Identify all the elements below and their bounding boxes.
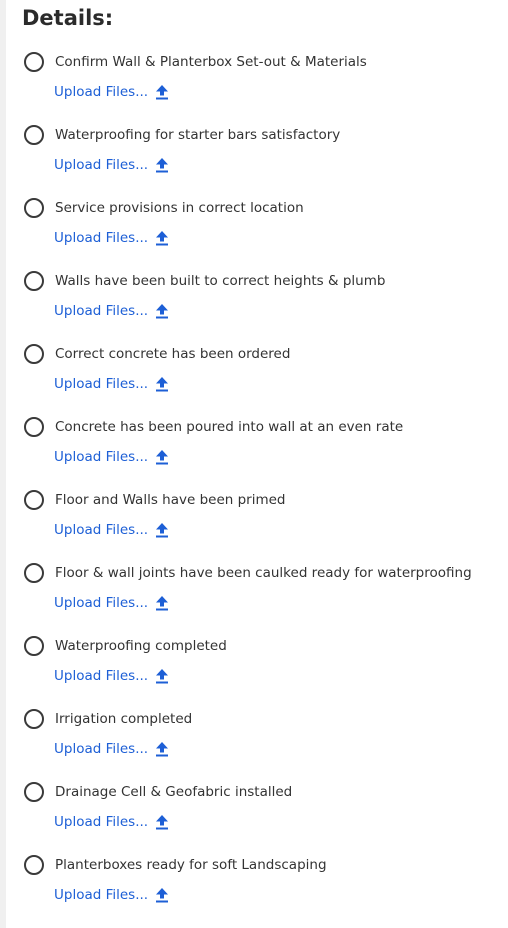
item-radio-button[interactable] (24, 709, 44, 729)
checklist-item: Concrete has been poured into wall at an… (0, 417, 508, 490)
details-heading: Details: (22, 6, 114, 30)
upload-files-link[interactable]: Upload Files... (54, 520, 169, 540)
upload-files-label: Upload Files... (54, 668, 149, 684)
upload-files-link[interactable]: Upload Files... (54, 374, 169, 394)
upload-arrow-icon (155, 157, 169, 173)
upload-files-label: Upload Files... (54, 887, 149, 903)
checklist-item: Waterproofing for starter bars satisfact… (0, 125, 508, 198)
upload-files-link[interactable]: Upload Files... (54, 885, 169, 905)
upload-arrow-icon (155, 230, 169, 246)
checklist-item: Drainage Cell & Geofabric installed Uploa… (0, 782, 508, 855)
checklist-item: Correct concrete has been ordered Upload … (0, 344, 508, 417)
item-radio-button[interactable] (24, 52, 44, 72)
checklist-item: Floor and Walls have been primed Upload F… (0, 490, 508, 563)
item-label: Service provisions in correct location (55, 200, 304, 216)
upload-arrow-icon (155, 522, 169, 538)
upload-arrow-icon (155, 303, 169, 319)
item-label: Waterproofing completed (55, 638, 227, 654)
checklist-item: Floor & wall joints have been caulked re… (0, 563, 508, 636)
item-label: Irrigation completed (55, 711, 193, 727)
item-label: Correct concrete has been ordered (55, 346, 291, 362)
item-label: Confirm Wall & Planterbox Set-out & Mate… (55, 54, 367, 70)
upload-files-link[interactable]: Upload Files... (54, 155, 169, 175)
item-label: Floor and Walls have been primed (55, 492, 286, 508)
item-label: Concrete has been poured into wall at an… (55, 419, 404, 435)
upload-files-link[interactable]: Upload Files... (54, 666, 169, 686)
upload-files-label: Upload Files... (54, 741, 149, 757)
upload-arrow-icon (155, 84, 169, 100)
checklist-item: Planterboxes ready for soft Landscaping U… (0, 855, 508, 928)
upload-files-label: Upload Files... (54, 84, 149, 100)
upload-files-link[interactable]: Upload Files... (54, 228, 169, 248)
item-label: Floor & wall joints have been caulked re… (55, 565, 472, 581)
upload-arrow-icon (155, 741, 169, 757)
upload-files-link[interactable]: Upload Files... (54, 82, 169, 102)
item-radio-button[interactable] (24, 125, 44, 145)
item-label: Walls have been built to correct heights… (55, 273, 386, 289)
upload-files-label: Upload Files... (54, 449, 149, 465)
upload-files-label: Upload Files... (54, 522, 149, 538)
checklist-item: Waterproofing completed Upload Files... (0, 636, 508, 709)
upload-arrow-icon (155, 376, 169, 392)
item-label: Planterboxes ready for soft Landscaping (55, 857, 327, 873)
upload-arrow-icon (155, 449, 169, 465)
upload-arrow-icon (155, 887, 169, 903)
checklist-item: Irrigation completed Upload Files... (0, 709, 508, 782)
upload-arrow-icon (155, 668, 169, 684)
item-label: Waterproofing for starter bars satisfact… (55, 127, 341, 143)
item-radio-button[interactable] (24, 782, 44, 802)
checklist-item: Confirm Wall & Planterbox Set-out & Mate… (0, 52, 508, 125)
upload-arrow-icon (155, 814, 169, 830)
checklist-item: Service provisions in correct location Up… (0, 198, 508, 271)
upload-files-link[interactable]: Upload Files... (54, 301, 169, 321)
upload-files-link[interactable]: Upload Files... (54, 739, 169, 759)
upload-files-label: Upload Files... (54, 157, 149, 173)
item-radio-button[interactable] (24, 417, 44, 437)
item-label: Drainage Cell & Geofabric installed (55, 784, 293, 800)
item-radio-button[interactable] (24, 490, 44, 510)
upload-files-label: Upload Files... (54, 814, 149, 830)
item-radio-button[interactable] (24, 563, 44, 583)
item-radio-button[interactable] (24, 636, 44, 656)
upload-files-link[interactable]: Upload Files... (54, 447, 169, 467)
upload-files-link[interactable]: Upload Files... (54, 593, 169, 613)
upload-files-link[interactable]: Upload Files... (54, 812, 169, 832)
checklist-item: Walls have been built to correct heights… (0, 271, 508, 344)
upload-files-label: Upload Files... (54, 230, 149, 246)
upload-files-label: Upload Files... (54, 303, 149, 319)
item-radio-button[interactable] (24, 855, 44, 875)
upload-files-label: Upload Files... (54, 376, 149, 392)
upload-files-label: Upload Files... (54, 595, 149, 611)
item-radio-button[interactable] (24, 344, 44, 364)
item-radio-button[interactable] (24, 271, 44, 291)
upload-arrow-icon (155, 595, 169, 611)
item-radio-button[interactable] (24, 198, 44, 218)
